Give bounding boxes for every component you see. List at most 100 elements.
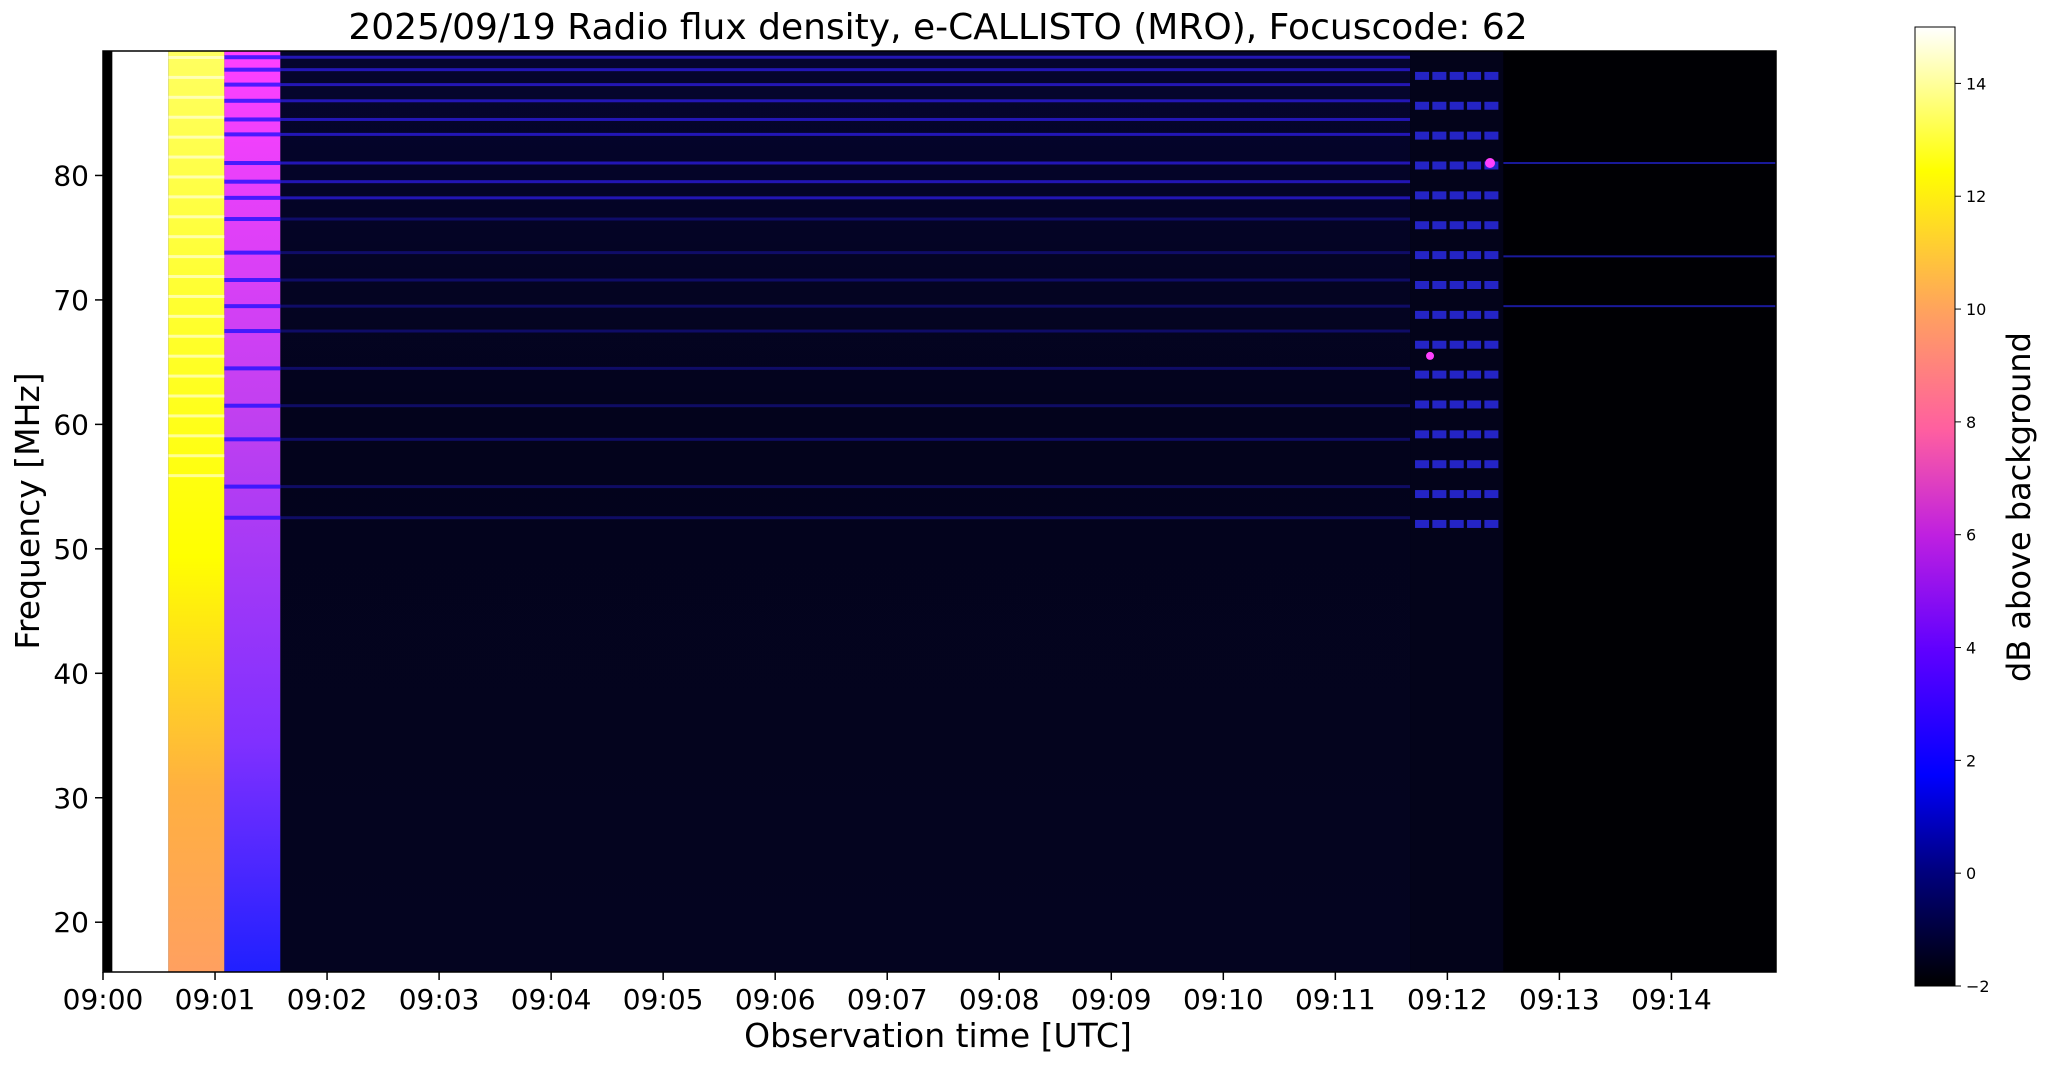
calibration-stripe: [168, 95, 225, 99]
burst-blob: [1415, 101, 1430, 110]
calibration-rfi-line: [224, 304, 281, 309]
burst-blob: [1432, 101, 1447, 110]
burst-blob: [1432, 430, 1447, 439]
spectrogram-figure: 2025/09/19 Radio flux density, e-CALLIST…: [8, 7, 2038, 1055]
burst-blob: [1467, 340, 1482, 349]
burst-blob: [1449, 340, 1464, 349]
colorbar-tick-label: 12: [1966, 187, 1986, 206]
rfi-line: [280, 55, 1411, 59]
burst-blob: [1484, 460, 1499, 469]
calibration-stripe: [168, 374, 225, 378]
burst-blob: [1449, 370, 1464, 379]
calibration-stripe: [168, 294, 225, 298]
burst-blob: [1467, 519, 1482, 528]
burst-blob: [1484, 131, 1499, 140]
x-tick-label: 09:09: [1071, 983, 1152, 1016]
burst-blob: [1449, 430, 1464, 439]
spectrogram-segment: [1410, 51, 1504, 972]
calibration-rfi-line: [224, 117, 281, 122]
burst-blob: [1432, 490, 1447, 499]
burst-blob: [1484, 71, 1499, 80]
colorbar-ticks: −2 0 2 4 6 8 10 12 14: [1955, 74, 1990, 996]
rfi-line: [280, 117, 1411, 121]
burst-blob: [1484, 340, 1499, 349]
x-tick-label: 09:13: [1519, 983, 1600, 1016]
rfi-line: [280, 437, 1411, 441]
x-tick-label: 09:11: [1295, 983, 1376, 1016]
spectrogram-segment: [103, 51, 113, 972]
rfi-line: [280, 68, 1411, 72]
burst-blob: [1415, 370, 1430, 379]
rfi-line: [280, 516, 1411, 520]
burst-blob: [1484, 370, 1499, 379]
burst-blob: [1467, 221, 1482, 230]
rfi-line: [1503, 162, 1776, 165]
calibration-stripe: [168, 115, 225, 119]
burst-blob: [1484, 221, 1499, 230]
burst-blob: [1449, 490, 1464, 499]
calibration-rfi-line: [224, 195, 281, 200]
burst-blob: [1449, 221, 1464, 230]
colorbar-tick-label: 6: [1966, 526, 1976, 545]
burst-blob: [1415, 280, 1430, 289]
x-tick-label: 09:00: [63, 983, 144, 1016]
calibration-stripe: [168, 195, 225, 199]
calibration-stripe: [168, 235, 225, 239]
burst-blob: [1415, 400, 1430, 409]
calibration-stripe: [168, 434, 225, 438]
x-tick-label: 09:12: [1407, 983, 1488, 1016]
burst-blob: [1484, 280, 1499, 289]
burst-blob: [1415, 71, 1430, 80]
x-tick-label: 09:07: [847, 983, 928, 1016]
burst-peak: [1485, 158, 1496, 169]
x-tick-label: 09:10: [1183, 983, 1264, 1016]
burst-blob: [1432, 221, 1447, 230]
burst-blob: [1449, 400, 1464, 409]
burst-blob: [1415, 161, 1430, 170]
y-tick-label: 70: [53, 284, 89, 317]
burst-blob: [1449, 280, 1464, 289]
rfi-line: [280, 132, 1411, 136]
calibration-stripe: [168, 334, 225, 338]
colorbar-tick-label: 0: [1966, 864, 1976, 883]
y-tick-label: 80: [53, 159, 89, 192]
burst-blob: [1484, 490, 1499, 499]
y-tick-label: 60: [53, 408, 89, 441]
calibration-stripe: [168, 454, 225, 458]
burst-blob: [1449, 310, 1464, 319]
burst-blob: [1432, 131, 1447, 140]
burst-blob: [1484, 430, 1499, 439]
burst-blob: [1467, 430, 1482, 439]
colorbar-tick-label: −2: [1966, 977, 1990, 996]
rfi-line: [280, 404, 1411, 408]
burst-blob: [1484, 519, 1499, 528]
calibration-rfi-line: [224, 161, 281, 166]
x-tick-label: 09:14: [1631, 983, 1712, 1016]
colorbar-label: dB above background: [2000, 332, 2038, 682]
burst-blob: [1484, 101, 1499, 110]
chart-title: 2025/09/19 Radio flux density, e-CALLIST…: [348, 7, 1527, 48]
burst-peak: [1426, 351, 1435, 360]
colorbar-tick-label: 4: [1966, 639, 1976, 658]
y-tick-label: 20: [53, 906, 89, 939]
calibration-rfi-line: [224, 250, 281, 255]
calibration-stripe: [168, 474, 225, 478]
calibration-rfi-line: [224, 329, 281, 334]
rfi-line: [1503, 255, 1776, 258]
burst-blob: [1415, 340, 1430, 349]
calibration-stripe: [168, 354, 225, 358]
burst-blob: [1467, 460, 1482, 469]
calibration-rfi-line: [224, 132, 281, 137]
calibration-rfi-line: [224, 278, 281, 283]
spectrogram-plot-area: [103, 51, 1776, 972]
burst-blob: [1467, 310, 1482, 319]
x-tick-label: 09:08: [959, 983, 1040, 1016]
calibration-rfi-line: [224, 217, 281, 222]
colorbar-tick-label: 14: [1966, 74, 1986, 93]
burst-blob: [1432, 400, 1447, 409]
burst-blob: [1432, 71, 1447, 80]
burst-blob: [1449, 131, 1464, 140]
burst-blob: [1415, 519, 1430, 528]
burst-blob: [1415, 251, 1430, 260]
rfi-line: [280, 304, 1411, 308]
